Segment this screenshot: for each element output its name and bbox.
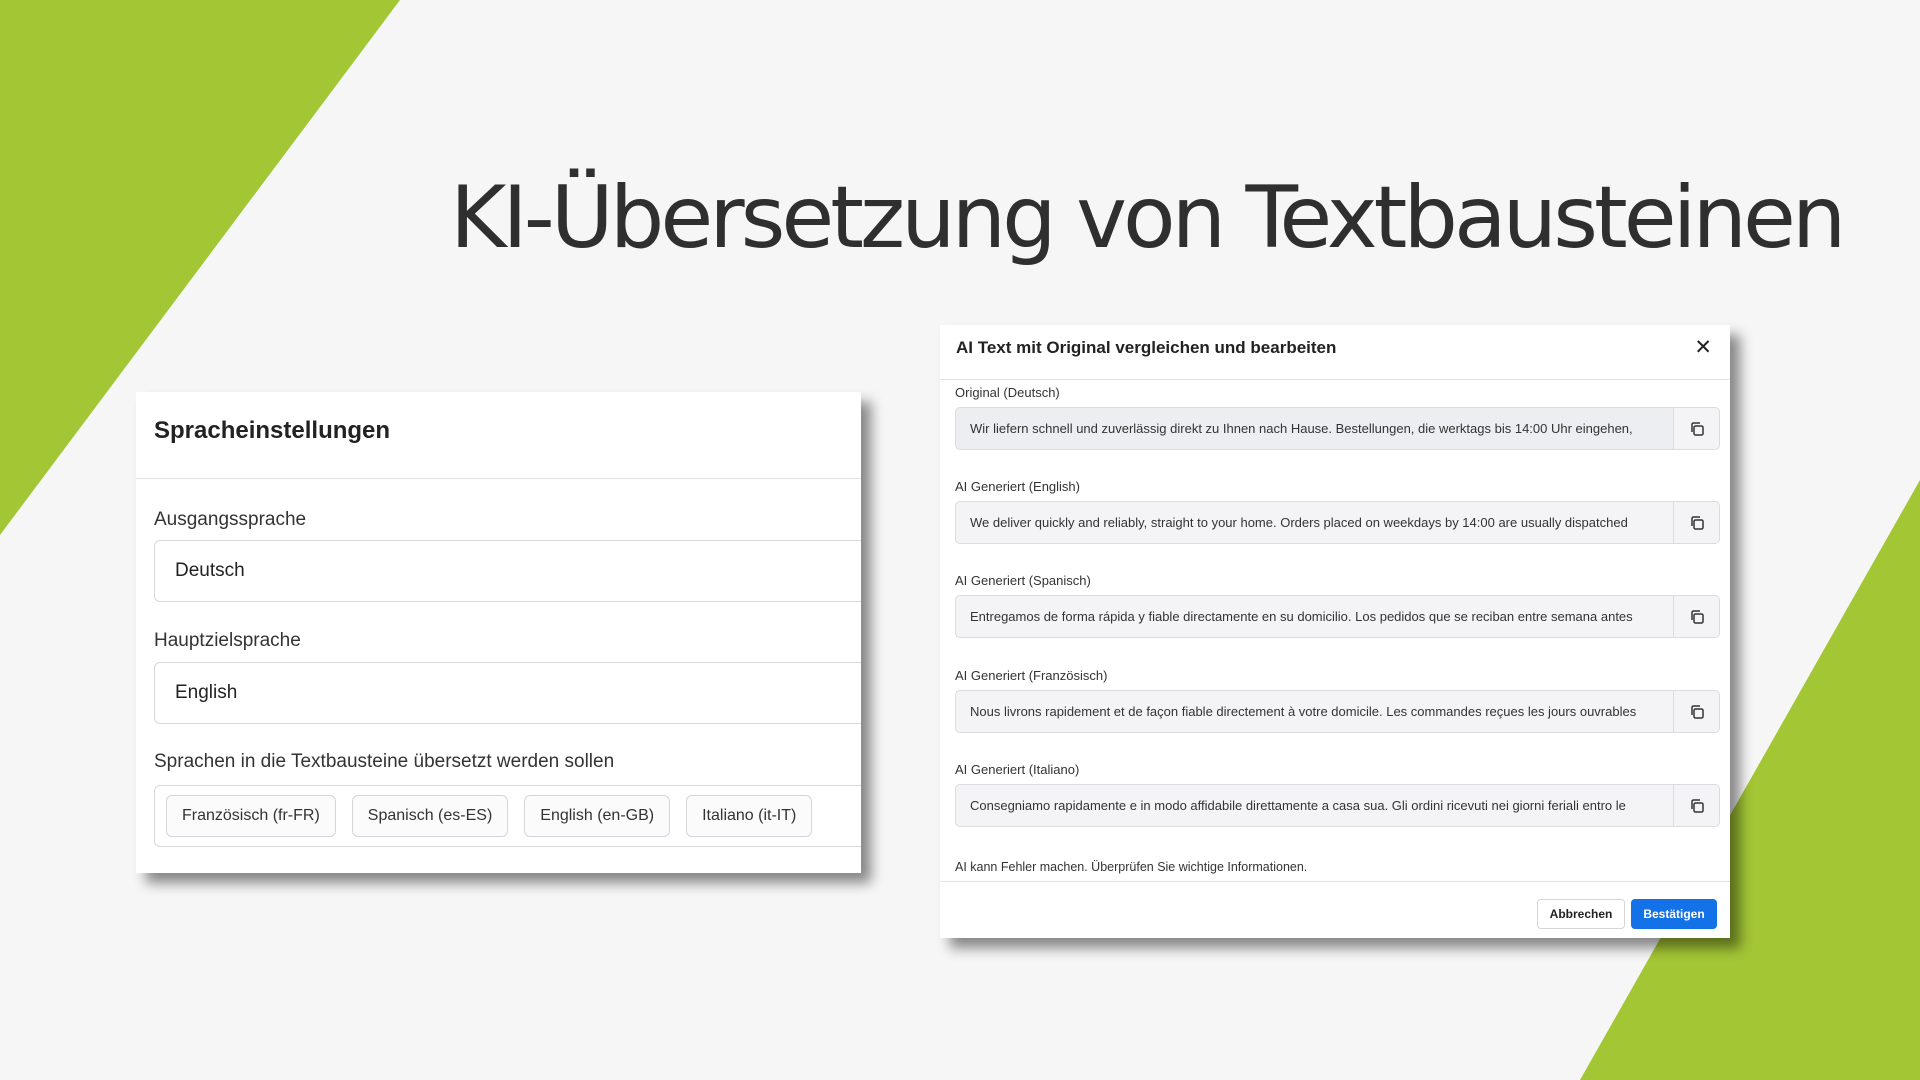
copy-icon[interactable] <box>1674 784 1720 827</box>
ai-disclaimer: AI kann Fehler machen. Überprüfen Sie wi… <box>955 860 1308 874</box>
translation-row-english: AI Generiert (English) We deliver quickl… <box>955 479 1720 544</box>
confirm-button[interactable]: Bestätigen <box>1631 899 1717 929</box>
translation-row-french: AI Generiert (Französisch) Nous livrons … <box>955 668 1720 733</box>
copy-icon[interactable] <box>1674 690 1720 733</box>
original-row: Original (Deutsch) Wir liefern schnell u… <box>955 385 1720 450</box>
translation-languages-input[interactable]: Französisch (fr-FR) Spanisch (es-ES) Eng… <box>154 785 861 847</box>
row-label: AI Generiert (Französisch) <box>955 668 1108 683</box>
slide-title: KI-Übersetzung von Textbausteinen <box>450 168 1846 268</box>
copy-icon[interactable] <box>1674 595 1720 638</box>
divider <box>136 478 861 479</box>
row-label: Original (Deutsch) <box>955 385 1060 400</box>
row-label: AI Generiert (Spanisch) <box>955 573 1091 588</box>
source-language-label: Ausgangssprache <box>154 509 307 530</box>
translation-text-field[interactable]: Consegniamo rapidamente e in modo affida… <box>955 784 1674 827</box>
language-settings-card: Spracheinstellungen Ausgangssprache Deut… <box>136 392 861 873</box>
language-chip[interactable]: Italiano (it-IT) <box>686 795 813 837</box>
row-label: AI Generiert (English) <box>955 479 1080 494</box>
compare-dialog: AI Text mit Original vergleichen und bea… <box>940 325 1730 938</box>
translation-languages-label: Sprachen in die Textbausteine übersetzt … <box>154 751 615 772</box>
language-chip[interactable]: Französisch (fr-FR) <box>166 795 336 837</box>
original-text-field[interactable]: Wir liefern schnell und zuverlässig dire… <box>955 407 1674 450</box>
language-chip[interactable]: Spanisch (es-ES) <box>351 795 509 837</box>
copy-icon[interactable] <box>1674 407 1720 450</box>
language-chip[interactable]: English (en-GB) <box>524 795 671 837</box>
translation-text-field[interactable]: Entregamos de forma rápida y fiable dire… <box>955 595 1674 638</box>
translation-text-field[interactable]: Nous livrons rapidement et de façon fiab… <box>955 690 1674 733</box>
close-icon[interactable]: ✕ <box>1694 335 1712 360</box>
translation-row-italian: AI Generiert (Italiano) Consegniamo rapi… <box>955 762 1720 827</box>
translation-row-spanish: AI Generiert (Spanisch) Entregamos de fo… <box>955 573 1720 638</box>
source-language-select[interactable]: Deutsch <box>154 540 861 602</box>
target-language-label: Hauptzielsprache <box>154 630 301 651</box>
dialog-header: AI Text mit Original vergleichen und bea… <box>940 325 1730 380</box>
translation-text-field[interactable]: We deliver quickly and reliably, straigh… <box>955 501 1674 544</box>
row-label: AI Generiert (Italiano) <box>955 762 1080 777</box>
copy-icon[interactable] <box>1674 501 1720 544</box>
card-title: Spracheinstellungen <box>154 417 391 444</box>
footer-divider <box>940 881 1730 882</box>
cancel-button[interactable]: Abbrechen <box>1537 899 1625 929</box>
target-language-select[interactable]: English <box>154 662 861 724</box>
dialog-title: AI Text mit Original vergleichen und bea… <box>956 338 1337 357</box>
